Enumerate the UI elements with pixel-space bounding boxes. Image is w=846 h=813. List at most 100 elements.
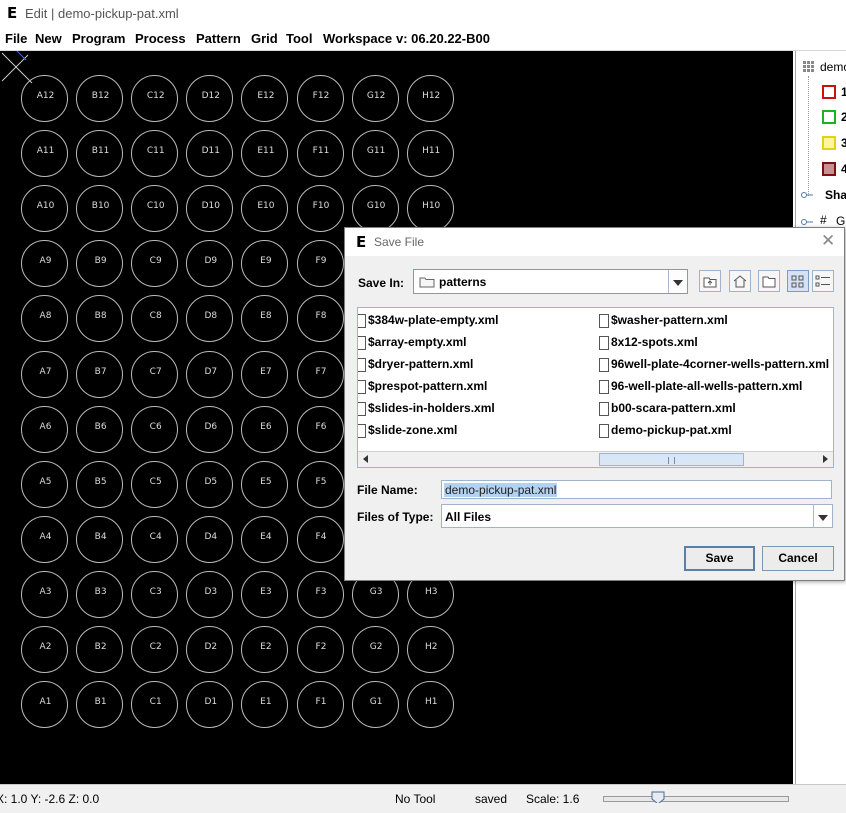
well-A10[interactable]: A10	[21, 185, 68, 233]
well-D10[interactable]: D10	[186, 185, 234, 233]
well-C6[interactable]: C6	[131, 405, 179, 453]
file-item[interactable]: $washer-pattern.xml	[611, 313, 728, 327]
well-E6[interactable]: E6	[241, 405, 289, 453]
well-C3[interactable]: C3	[131, 570, 179, 618]
file-name-input[interactable]: demo-pickup-pat.xml	[441, 480, 832, 499]
well-G1[interactable]: G1	[351, 681, 399, 729]
well-C8[interactable]: C8	[131, 295, 179, 343]
tree-item-grid[interactable]: G	[836, 214, 845, 228]
well-C5[interactable]: C5	[131, 460, 179, 508]
well-F4[interactable]: F4	[296, 515, 344, 563]
well-H10[interactable]: H10	[406, 185, 454, 233]
well-H2[interactable]: H2	[406, 626, 454, 673]
file-item[interactable]: $array-empty.xml	[368, 335, 467, 349]
well-A12[interactable]: A12	[21, 75, 68, 122]
scale-slider[interactable]	[603, 796, 789, 802]
well-B5[interactable]: B5	[76, 460, 124, 508]
tree-item-shapes[interactable]: Sha	[825, 188, 846, 202]
well-D2[interactable]: D2	[186, 626, 234, 673]
file-item[interactable]: $384w-plate-empty.xml	[368, 313, 499, 327]
file-item[interactable]: $prespot-pattern.xml	[368, 379, 487, 393]
well-F7[interactable]: F7	[296, 350, 344, 398]
new-folder-button[interactable]	[758, 270, 780, 292]
well-E2[interactable]: E2	[241, 626, 289, 673]
well-G10[interactable]: G10	[351, 185, 399, 233]
chevron-down-icon[interactable]	[813, 505, 832, 527]
well-D4[interactable]: D4	[186, 515, 234, 563]
up-folder-button[interactable]	[699, 270, 721, 292]
file-item[interactable]: $dryer-pattern.xml	[368, 357, 473, 371]
well-A2[interactable]: A2	[21, 626, 68, 673]
well-A7[interactable]: A7	[21, 350, 68, 398]
tree-item-4[interactable]: 4	[841, 162, 846, 176]
well-B4[interactable]: B4	[76, 515, 124, 563]
well-C4[interactable]: C4	[131, 515, 179, 563]
file-type-dropdown[interactable]: All Files	[441, 504, 833, 528]
well-F5[interactable]: F5	[296, 460, 344, 508]
file-item[interactable]: $slides-in-holders.xml	[368, 401, 495, 415]
menu-pattern[interactable]: Pattern	[196, 31, 241, 46]
well-F8[interactable]: F8	[296, 295, 344, 343]
cancel-button[interactable]: Cancel	[762, 546, 834, 571]
well-B10[interactable]: B10	[76, 185, 124, 233]
well-C7[interactable]: C7	[131, 350, 179, 398]
file-list[interactable]: $384w-plate-empty.xml $array-empty.xml $dr…	[357, 307, 834, 468]
well-F2[interactable]: F2	[296, 626, 344, 673]
menu-tool[interactable]: Tool	[286, 31, 312, 46]
well-B11[interactable]: B11	[76, 130, 124, 178]
details-view-button[interactable]	[812, 270, 834, 292]
well-A3[interactable]: A3	[21, 570, 68, 618]
well-A4[interactable]: A4	[21, 515, 68, 563]
well-E7[interactable]: E7	[241, 350, 289, 398]
file-list-scrollbar[interactable]	[358, 451, 833, 467]
well-D3[interactable]: D3	[186, 570, 234, 618]
tree-item-3[interactable]: 3	[841, 136, 846, 150]
scrollbar-thumb[interactable]	[599, 453, 744, 466]
well-C12[interactable]: C12	[131, 75, 179, 122]
well-B8[interactable]: B8	[76, 295, 124, 343]
well-F11[interactable]: F11	[296, 130, 344, 178]
well-E10[interactable]: E10	[241, 185, 289, 233]
file-item[interactable]: 8x12-spots.xml	[611, 335, 698, 349]
well-E12[interactable]: E12	[241, 75, 289, 122]
menu-grid[interactable]: Grid	[251, 31, 278, 46]
well-G2[interactable]: G2	[351, 626, 399, 673]
menu-program[interactable]: Program	[72, 31, 125, 46]
well-D5[interactable]: D5	[186, 460, 234, 508]
well-F3[interactable]: F3	[296, 570, 344, 618]
list-view-button[interactable]	[787, 270, 809, 292]
well-B3[interactable]: B3	[76, 570, 124, 618]
well-E8[interactable]: E8	[241, 295, 289, 343]
well-F10[interactable]: F10	[296, 185, 344, 233]
well-D6[interactable]: D6	[186, 405, 234, 453]
well-C10[interactable]: C10	[131, 185, 179, 233]
scroll-left-icon[interactable]	[363, 455, 368, 463]
menu-new[interactable]: New	[35, 31, 62, 46]
home-folder-button[interactable]	[729, 270, 751, 292]
well-E9[interactable]: E9	[241, 240, 289, 288]
well-E4[interactable]: E4	[241, 515, 289, 563]
well-C11[interactable]: C11	[131, 130, 179, 178]
well-H1[interactable]: H1	[406, 681, 454, 729]
well-A11[interactable]: A11	[21, 130, 68, 178]
well-D8[interactable]: D8	[186, 295, 234, 343]
well-F6[interactable]: F6	[296, 405, 344, 453]
menu-process[interactable]: Process	[135, 31, 186, 46]
well-A5[interactable]: A5	[21, 460, 68, 508]
well-A6[interactable]: A6	[21, 405, 68, 453]
scroll-right-icon[interactable]	[823, 455, 828, 463]
well-H12[interactable]: H12	[406, 75, 454, 122]
well-A1[interactable]: A1	[21, 681, 68, 729]
tree-item-2[interactable]: 2	[841, 110, 846, 124]
well-A8[interactable]: A8	[21, 295, 68, 343]
well-B9[interactable]: B9	[76, 240, 124, 288]
file-item[interactable]: demo-pickup-pat.xml	[611, 423, 732, 437]
file-item[interactable]: 96-well-plate-all-wells-pattern.xml	[611, 379, 802, 393]
save-button[interactable]: Save	[684, 546, 755, 571]
well-B12[interactable]: B12	[76, 75, 124, 122]
well-H11[interactable]: H11	[406, 130, 454, 178]
tree-item-1[interactable]: 1	[841, 85, 846, 99]
well-C1[interactable]: C1	[131, 681, 179, 729]
well-G11[interactable]: G11	[351, 130, 399, 178]
well-D7[interactable]: D7	[186, 350, 234, 398]
